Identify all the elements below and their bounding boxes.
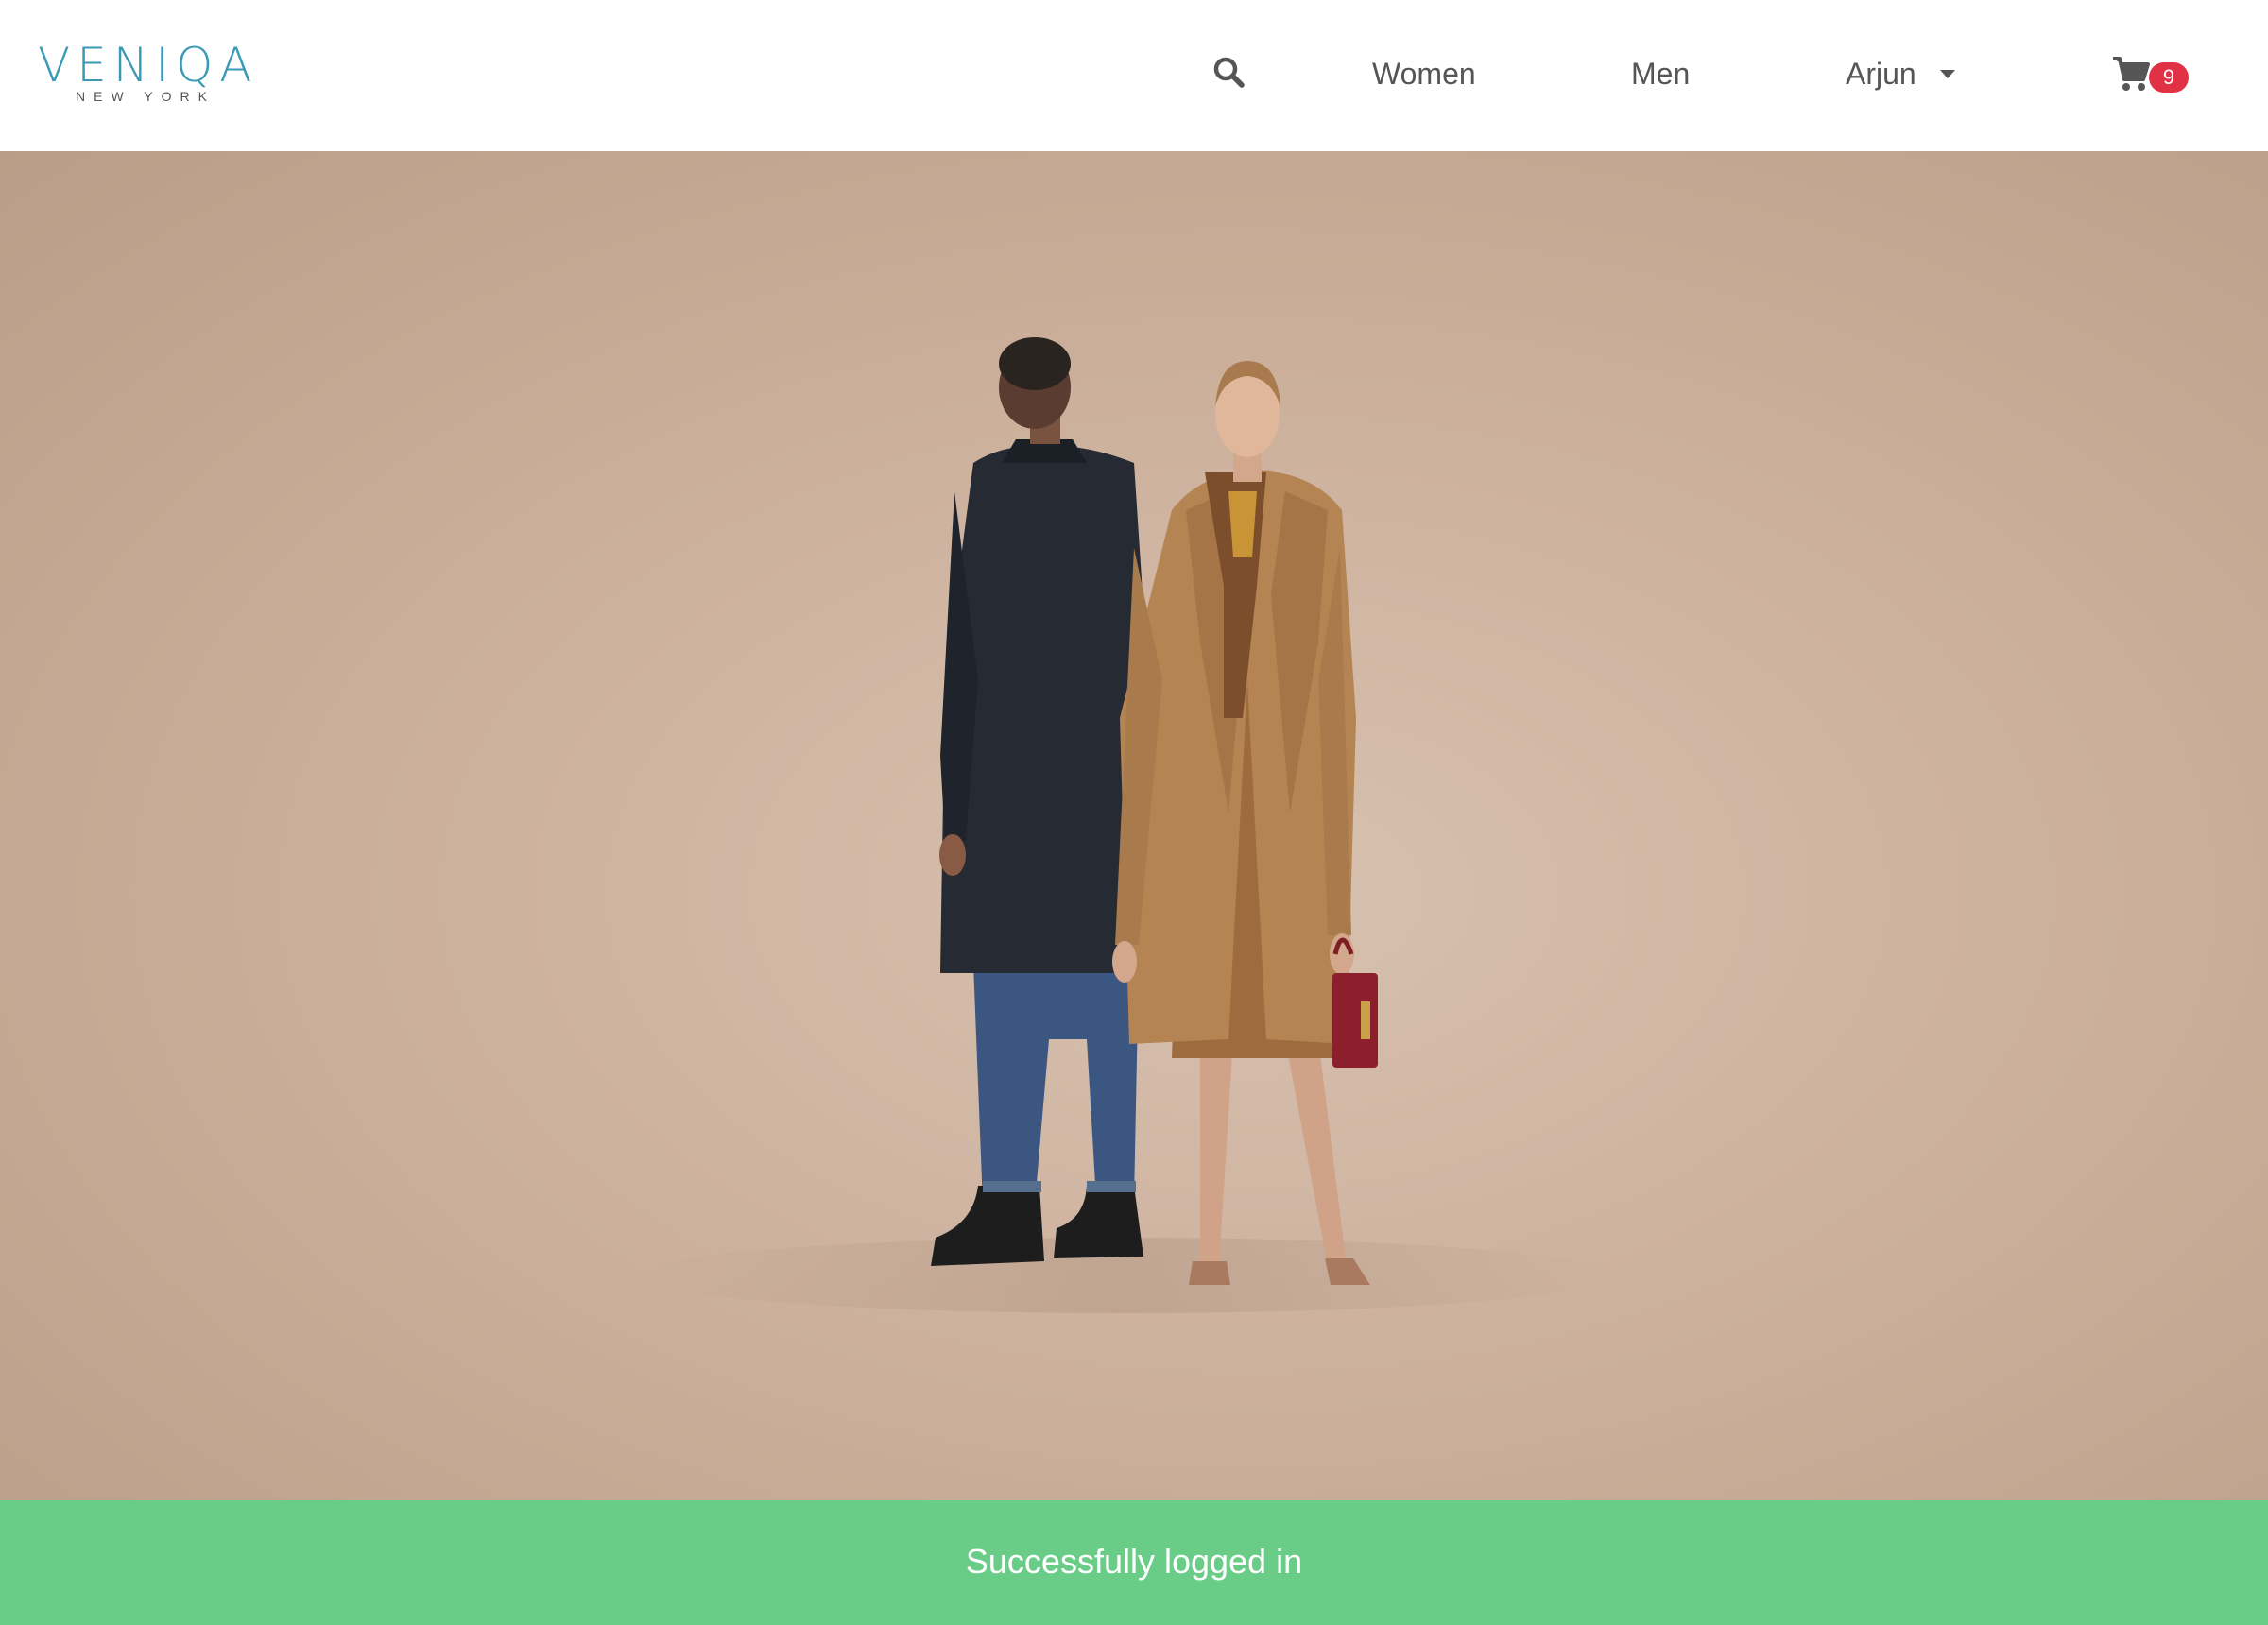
toast-message: Successfully logged in — [965, 1542, 1303, 1581]
cart-button[interactable]: 9 — [2111, 51, 2189, 98]
brand-subtitle: NEW YORK — [76, 89, 215, 104]
brand-logo[interactable]: VENIQA NEW YORK — [38, 42, 261, 108]
hero-image — [0, 151, 2268, 1500]
cart-count-badge: 9 — [2149, 62, 2189, 93]
nav-link-men[interactable]: Men — [1631, 53, 1697, 94]
login-success-toast: Successfully logged in — [0, 1500, 2268, 1625]
search-icon[interactable] — [1213, 57, 1246, 89]
user-menu-toggle[interactable]: Arjun — [1846, 53, 1978, 94]
shopping-cart-icon — [2113, 57, 2150, 91]
nav-link-women[interactable]: Women — [1372, 53, 1486, 94]
hero-banner — [0, 151, 2268, 1500]
top-navbar: VENIQA NEW YORK Women Men Arjun 9 — [0, 0, 2268, 151]
brand-name: VENIQA — [38, 38, 259, 93]
caret-down-icon[interactable] — [1940, 70, 1955, 78]
